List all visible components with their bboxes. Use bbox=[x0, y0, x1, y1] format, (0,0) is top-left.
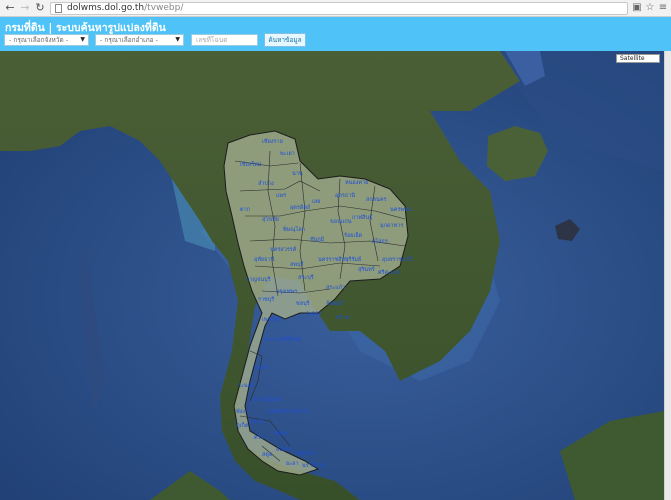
province-label[interactable]: ลำปาง bbox=[258, 180, 274, 187]
province-label[interactable]: อุดรธานี bbox=[335, 192, 355, 199]
province-label[interactable]: ระนอง bbox=[238, 383, 254, 389]
province-label[interactable]: พังงา bbox=[236, 408, 248, 415]
province-label[interactable]: สุราษฎร์ธานี bbox=[252, 396, 282, 403]
province-label[interactable]: สตูล bbox=[262, 451, 272, 458]
province-label[interactable]: หนองคาย bbox=[345, 180, 368, 186]
province-label[interactable]: ศรีสะเกษ bbox=[378, 269, 400, 276]
province-label[interactable]: นครสวรรค์ bbox=[270, 246, 297, 253]
province-label[interactable]: นครราชสีมา bbox=[318, 256, 348, 263]
province-label[interactable]: ภูเก็ต bbox=[236, 421, 249, 429]
province-label[interactable]: กาญจนบุรี bbox=[246, 276, 271, 283]
province-label[interactable]: ชลบุรี bbox=[296, 300, 310, 307]
province-label[interactable]: ร้อยเอ็ด bbox=[344, 231, 363, 239]
province-label[interactable]: ยะลา bbox=[286, 461, 299, 467]
search-button[interactable]: ค้นหาข้อมูล bbox=[264, 33, 306, 47]
province-label[interactable]: ตรัง bbox=[254, 434, 264, 441]
province-label[interactable]: กาฬสินธุ์ bbox=[352, 214, 373, 221]
province-label[interactable]: อุทัยธานี bbox=[254, 256, 275, 263]
province-label[interactable]: อุบลราชธานี bbox=[382, 256, 412, 263]
province-select-value: - กรุณาเลือกจังหวัด - bbox=[9, 36, 69, 44]
forward-icon[interactable]: → bbox=[18, 1, 32, 15]
province-label[interactable]: กรุงเทพฯ bbox=[276, 288, 297, 295]
district-select[interactable]: - กรุณาเลือกอำเภอ - ▼ bbox=[95, 34, 184, 46]
province-label[interactable]: เลย bbox=[312, 199, 320, 205]
map-canvas[interactable]: เชียงราย เชียงใหม่ พะเยา น่าน ลำปาง แพร่… bbox=[0, 51, 664, 500]
province-label[interactable]: กระบี่ bbox=[250, 417, 263, 425]
province-label[interactable]: ปัตตานี bbox=[296, 450, 314, 457]
chevron-down-icon: ▼ bbox=[175, 36, 180, 43]
province-label[interactable]: เชียงราย bbox=[262, 138, 283, 145]
province-label[interactable]: นครศรีธรรมราช bbox=[268, 408, 308, 415]
province-label[interactable]: เพชรบุรี bbox=[262, 316, 281, 323]
province-label[interactable]: พิษณุโลก bbox=[283, 225, 305, 233]
province-label[interactable]: ตาก bbox=[240, 207, 250, 213]
province-label[interactable]: เชียงใหม่ bbox=[240, 161, 262, 168]
province-label[interactable]: ชุมพร bbox=[254, 364, 268, 371]
province-label[interactable]: สกลนคร bbox=[366, 196, 386, 203]
province-label[interactable]: จันทบุรี bbox=[326, 300, 343, 307]
menu-icon[interactable]: ≡ bbox=[657, 2, 669, 14]
map-type-control[interactable]: Satellite bbox=[616, 54, 660, 63]
province-label[interactable]: บุรีรัมย์ bbox=[345, 256, 361, 263]
url-host: dolwms.dol.go.th bbox=[67, 3, 145, 13]
page-scrollbar[interactable] bbox=[664, 51, 671, 500]
province-label[interactable]: พัทลุง bbox=[274, 430, 288, 437]
parcel-number-input[interactable]: เลขที่โฉนด bbox=[191, 34, 258, 46]
reload-icon[interactable]: ↻ bbox=[33, 1, 47, 15]
province-label[interactable]: ยโสธร bbox=[372, 237, 388, 245]
address-bar[interactable]: dolwms.dol.go.th/tvwebp/ bbox=[50, 2, 628, 15]
province-label[interactable]: สุรินทร์ bbox=[358, 266, 375, 273]
province-label[interactable]: สงขลา bbox=[276, 446, 292, 453]
province-label[interactable]: น่าน bbox=[292, 171, 303, 177]
district-select-value: - กรุณาเลือกอำเภอ - bbox=[100, 36, 158, 44]
province-label[interactable]: อุตรดิตถ์ bbox=[290, 204, 310, 211]
chevron-down-icon: ▼ bbox=[80, 36, 85, 43]
province-label[interactable]: ราชบุรี bbox=[258, 296, 274, 303]
province-label[interactable]: ระยอง bbox=[306, 311, 321, 317]
province-label[interactable]: แพร่ bbox=[276, 193, 286, 199]
browser-toolbar: ← → ↻ dolwms.dol.go.th/tvwebp/ ▣ ☆ ≡ bbox=[0, 0, 671, 17]
bookmark-star-icon[interactable]: ☆ bbox=[644, 2, 656, 14]
province-label[interactable]: ชัยภูมิ bbox=[310, 236, 325, 243]
parcel-number-placeholder: เลขที่โฉนด bbox=[196, 36, 228, 44]
province-label[interactable]: สระแก้ว bbox=[326, 284, 345, 291]
app-header: กรมที่ดิน | ระบบค้นหารูปแปลงที่ดิน - กรุ… bbox=[0, 17, 671, 51]
province-label[interactable]: พะเยา bbox=[280, 151, 295, 157]
province-label[interactable]: นครพนม bbox=[390, 207, 412, 213]
translate-icon[interactable]: ▣ bbox=[631, 2, 643, 14]
province-label[interactable]: ตราด bbox=[336, 315, 350, 321]
province-label[interactable]: ขอนแก่น bbox=[330, 219, 352, 225]
page-icon bbox=[55, 4, 62, 13]
province-label[interactable]: มุกดาหาร bbox=[380, 223, 403, 229]
satellite-map: เชียงราย เชียงใหม่ พะเยา น่าน ลำปาง แพร่… bbox=[0, 51, 664, 500]
province-label[interactable]: ลพบุรี bbox=[290, 261, 303, 268]
province-select[interactable]: - กรุณาเลือกจังหวัด - ▼ bbox=[4, 34, 89, 46]
province-label[interactable]: ประจวบคีรีขันธ์ bbox=[264, 336, 301, 343]
url-path: /tvwebp/ bbox=[144, 3, 184, 13]
province-label[interactable]: นราธิวาส bbox=[302, 462, 325, 469]
province-label[interactable]: สระบุรี bbox=[298, 274, 314, 281]
province-label[interactable]: สุโขทัย bbox=[262, 215, 279, 223]
back-icon[interactable]: ← bbox=[3, 1, 17, 15]
